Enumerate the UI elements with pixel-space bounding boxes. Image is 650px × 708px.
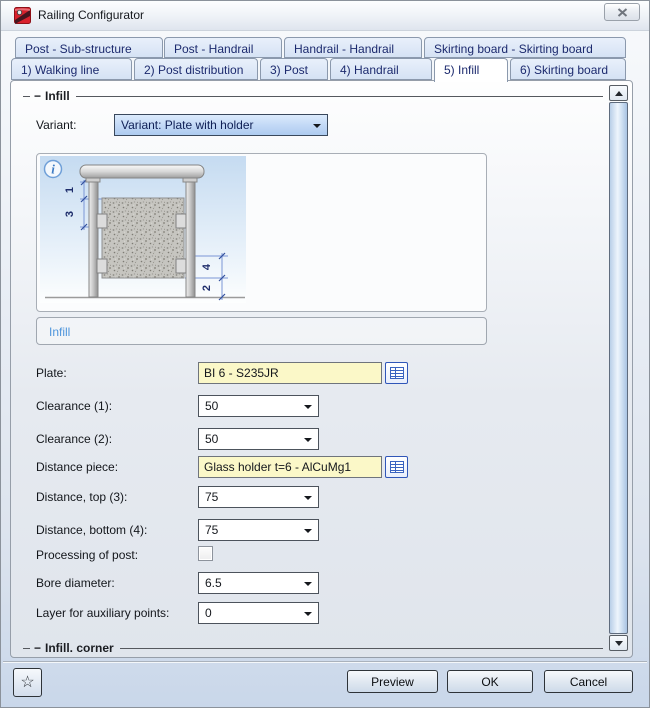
svg-text:i: i	[51, 162, 55, 177]
group-title-infill-corner: Infill. corner	[45, 641, 114, 655]
tab-post-handrail[interactable]: Post - Handrail	[164, 37, 282, 58]
scrollbar-thumb[interactable]	[609, 102, 628, 634]
chevron-down-icon	[304, 496, 312, 500]
group-line	[23, 96, 30, 97]
close-icon	[617, 8, 628, 17]
tab-infill-active[interactable]: 5) Infill	[434, 58, 508, 82]
plate-label: Plate:	[36, 366, 67, 380]
dim-label-4: 4	[201, 263, 213, 270]
clearance2-label: Clearance (2):	[36, 432, 112, 446]
collapse-toggle-infill-corner[interactable]: −	[30, 643, 45, 653]
infill-caption-box: Infill	[36, 317, 487, 345]
clearance1-combobox[interactable]: 50	[198, 395, 319, 417]
tab-post-substructure[interactable]: Post - Sub-structure	[15, 37, 163, 58]
scroll-down-button[interactable]	[609, 635, 628, 651]
clearance2-combobox[interactable]: 50	[198, 428, 319, 450]
tab-skirting-skirting[interactable]: Skirting board - Skirting board	[424, 37, 626, 58]
chevron-down-icon	[304, 529, 312, 533]
triangle-down-icon	[615, 641, 623, 646]
tab-handrail[interactable]: 4) Handrail	[330, 58, 432, 80]
plate-lookup-button[interactable]	[385, 362, 408, 384]
layer-aux-points-value: 0	[205, 606, 212, 620]
layer-aux-points-combobox[interactable]: 0	[198, 602, 319, 624]
chevron-down-icon	[313, 124, 321, 128]
table-lookup-icon	[390, 367, 404, 379]
bore-diameter-combobox[interactable]: 6.5	[198, 572, 319, 594]
favorite-button[interactable]: ☆	[13, 668, 42, 697]
processing-of-post-label: Processing of post:	[36, 548, 138, 562]
processing-of-post-checkbox[interactable]	[198, 546, 213, 561]
distance-bottom-label: Distance, bottom (4):	[36, 523, 147, 537]
layer-aux-points-label: Layer for auxiliary points:	[36, 606, 169, 620]
distance-bottom-value: 75	[205, 523, 218, 537]
table-lookup-icon	[390, 461, 404, 473]
group-line	[76, 96, 603, 97]
cancel-button[interactable]: Cancel	[544, 670, 633, 693]
dim-label-2: 2	[201, 285, 213, 291]
railing-configurator-dialog: Railing Configurator Post - Sub-structur…	[0, 0, 650, 708]
tab-post-distribution[interactable]: 2) Post distribution	[134, 58, 258, 80]
infill-diagram: 1 3 4 2 i	[40, 156, 248, 309]
info-icon[interactable]: i	[45, 161, 62, 178]
plate-input[interactable]	[198, 362, 382, 384]
preview-button[interactable]: Preview	[347, 670, 438, 693]
scroll-up-button[interactable]	[609, 85, 628, 101]
distance-top-combobox[interactable]: 75	[198, 486, 319, 508]
variant-label: Variant:	[36, 118, 76, 132]
clearance2-value: 50	[205, 432, 218, 446]
variant-combobox[interactable]: Variant: Plate with holder	[114, 114, 328, 136]
triangle-up-icon	[615, 91, 623, 96]
distance-piece-lookup-button[interactable]	[385, 456, 408, 478]
distance-top-value: 75	[205, 490, 218, 504]
distance-piece-input[interactable]	[198, 456, 382, 478]
group-line	[120, 648, 603, 649]
tab-skirting-board[interactable]: 6) Skirting board	[510, 58, 626, 80]
bore-diameter-label: Bore diameter:	[36, 576, 115, 590]
group-header-infill-corner: −Infill. corner	[23, 641, 603, 655]
group-title-infill: Infill	[45, 89, 70, 103]
chevron-down-icon	[304, 405, 312, 409]
variant-value: Variant: Plate with holder	[121, 118, 254, 132]
chevron-down-icon	[304, 612, 312, 616]
app-logo-icon	[14, 7, 31, 24]
infill-caption: Infill	[49, 325, 70, 339]
infill-tab-panel: −Infill Variant: Variant: Plate with hol…	[10, 80, 633, 658]
collapse-toggle-infill[interactable]: −	[30, 91, 45, 101]
tab-handrail-handrail[interactable]: Handrail - Handrail	[284, 37, 422, 58]
chevron-down-icon	[304, 582, 312, 586]
distance-top-label: Distance, top (3):	[36, 490, 127, 504]
dim-label-3: 3	[64, 211, 76, 217]
chevron-down-icon	[304, 438, 312, 442]
ok-button[interactable]: OK	[447, 670, 533, 693]
window-title: Railing Configurator	[38, 8, 144, 22]
close-button[interactable]	[604, 3, 640, 21]
clearance1-value: 50	[205, 399, 218, 413]
group-line	[23, 648, 30, 649]
vertical-scrollbar[interactable]	[609, 85, 628, 651]
clearance1-label: Clearance (1):	[36, 399, 112, 413]
infill-preview-panel: 1 3 4 2 i	[36, 153, 487, 312]
footer-divider	[3, 661, 647, 663]
star-icon: ☆	[20, 674, 34, 691]
distance-bottom-combobox[interactable]: 75	[198, 519, 319, 541]
tab-post[interactable]: 3) Post	[260, 58, 328, 80]
title-bar[interactable]: Railing Configurator	[1, 1, 649, 31]
dim-label-1: 1	[64, 187, 76, 193]
bore-diameter-value: 6.5	[205, 576, 222, 590]
distance-piece-label: Distance piece:	[36, 460, 118, 474]
group-header-infill: −Infill	[23, 89, 603, 103]
tab-walking-line[interactable]: 1) Walking line	[11, 58, 132, 80]
